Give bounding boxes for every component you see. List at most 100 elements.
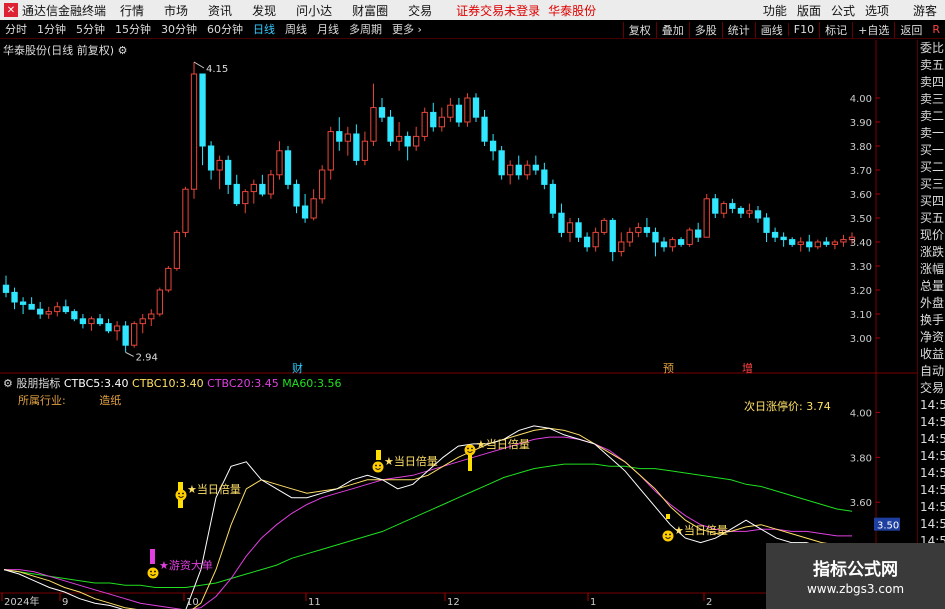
toolbar-add-watchlist[interactable]: +自选 [852,21,894,38]
toolbar-f10[interactable]: F10 [787,23,819,36]
toolbar-draw-line[interactable]: 画线 [754,21,788,38]
candle [592,227,599,252]
candle [626,227,633,247]
toolbar-multi-stock[interactable]: 多股 [688,21,722,38]
period-5min[interactable]: 5分钟 [71,21,110,37]
period-15min[interactable]: 15分钟 [110,21,156,37]
period-more-label: 更多 [392,23,414,36]
period-1min[interactable]: 1分钟 [32,21,71,37]
period-more[interactable]: 更多 › [387,21,427,37]
indicator-name[interactable]: 股朋指标 [16,377,60,390]
login-status[interactable]: 证券交易未登录 [456,2,540,19]
candle [532,155,539,175]
x-axis-label: 1 [590,597,596,608]
menu-function[interactable]: 功能 [763,2,787,19]
price-tick-label: 3.40 [850,238,872,249]
sidebar-field: 卖五 [920,58,945,72]
price-tick-label: 3.00 [850,334,872,345]
candle [695,222,702,242]
candle [2,275,10,298]
annotation-label: ★当日倍量 [187,482,241,496]
candle [88,316,95,331]
price-tick-label: 3.50 [850,214,872,225]
toolbar-stats[interactable]: 统计 [721,21,755,38]
candle [378,98,386,122]
candle [173,230,181,271]
candle [267,170,275,199]
candle [635,222,642,238]
candle [524,160,531,180]
candle [660,237,668,252]
candle [37,302,44,319]
sidebar-field: 买二 [920,160,945,174]
industry-info: 所属行业: 造纸 [18,392,121,408]
candle [122,321,129,353]
sidebar-field: 总量 [920,279,945,293]
period-30min[interactable]: 30分钟 [156,21,202,37]
candle [71,309,78,322]
limit-price: 次日涨停价: 3.74 [744,398,831,414]
candle [207,141,215,180]
price-tick-label: 3.30 [850,262,872,273]
candle [361,131,369,166]
candle [165,266,172,293]
app-title: 通达信金融终端 [22,3,107,18]
menu-formula[interactable]: 公式 [831,2,855,19]
chart-title: 华泰股份(日线 前复权) ⚙ [3,42,127,58]
annotation-label: ★当日倍量 [674,523,728,537]
candle [447,98,454,122]
menu-item-wealth[interactable]: 财富圈 [352,2,388,19]
toolbar-overlay[interactable]: 叠加 [655,21,689,38]
candle [703,194,710,238]
high-label: 4.15 [206,64,228,75]
candle [789,237,796,247]
price-tick-label: 3.80 [850,142,872,153]
ctbc10-value: 3.40 [179,377,204,390]
period-timeshare[interactable]: 分时 [0,21,32,37]
candle [96,314,104,326]
period-multi[interactable]: 多周期 [344,21,387,37]
volume-bar-marker [376,450,381,460]
candle [464,93,471,127]
candle [242,189,249,214]
stock-name: 华泰股份 [548,3,597,18]
menu-item-discover[interactable]: 发现 [252,2,276,19]
candle [19,297,27,314]
candle [771,227,779,242]
candle [780,232,787,247]
app-logo-icon: ✕ [4,3,18,17]
period-monthly[interactable]: 月线 [312,21,344,37]
candle [746,203,753,218]
toolbar-mark[interactable]: 标记 [819,21,852,38]
menu-layout[interactable]: 版面 [797,2,821,19]
candle [823,237,830,247]
sidebar-field: 买三 [920,177,945,191]
menu-item-markets[interactable]: 市场 [164,2,188,19]
settings-icon[interactable]: ⚙ [118,44,128,57]
candle [404,131,411,161]
toolbar-back[interactable]: 返回 [894,21,927,38]
annotation-label: ★当日倍量 [476,437,530,451]
period-60min[interactable]: 60分钟 [202,21,248,37]
guest-user[interactable]: 游客 [913,2,937,19]
period-daily[interactable]: 日线 [248,21,280,37]
menu-item-ask[interactable]: 问小达 [296,2,332,19]
candle [541,162,548,190]
kline-chart[interactable]: 4.15 2.94 财 预 增 4.00 3.90 3.80 3.70 3.60 3.50 3.40… [0,40,917,609]
menu-item-trade[interactable]: 交易 [408,2,432,19]
sidebar-field: 买一 [920,143,945,157]
candle [754,206,762,223]
sidebar-field: 收益 [920,347,945,361]
period-weekly[interactable]: 周线 [280,21,312,37]
event-marker: 财 [292,361,303,375]
toolbar-r-label[interactable]: R [927,23,945,36]
indicator-settings-icon[interactable]: ⚙ [3,377,13,390]
toolbar-restore-right[interactable]: 复权 [622,21,656,38]
current-value-label: 3.50 [877,521,899,532]
watermark-line1: 指标公式网 [813,560,898,580]
menu-item-market[interactable]: 行情 [120,2,144,19]
menu-options[interactable]: 选项 [865,2,889,19]
menu-item-news[interactable]: 资讯 [208,2,232,19]
ctbc20-label: CTBC20: [207,377,255,390]
candle [720,201,727,218]
